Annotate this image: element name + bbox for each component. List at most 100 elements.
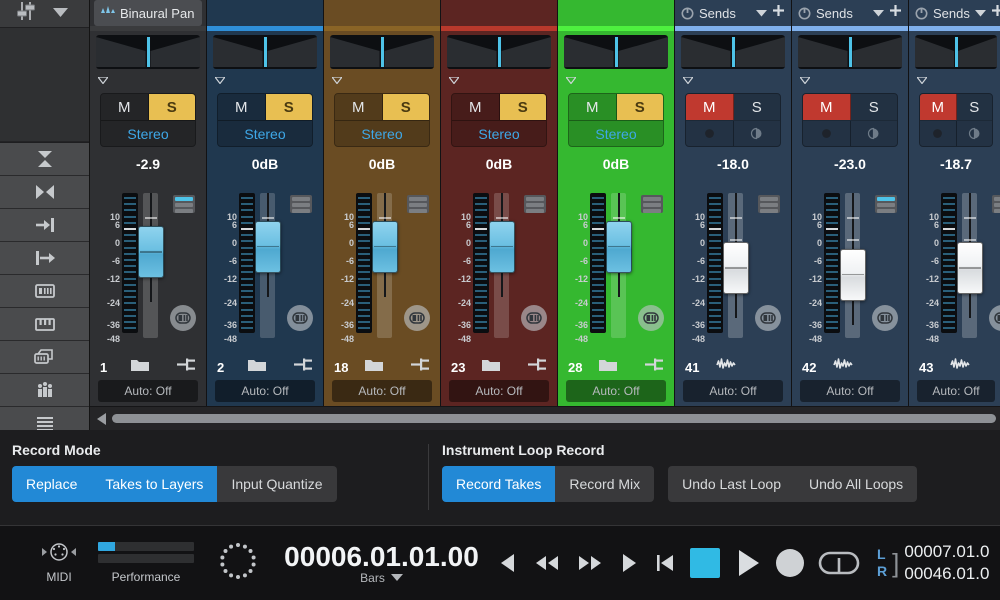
output-routing-icon[interactable] [293,357,313,377]
chevron-down-icon[interactable] [391,571,403,585]
next-marker-button[interactable] [618,551,640,575]
bus-channels-icon[interactable] [0,341,89,374]
mute-button[interactable]: M [686,94,734,120]
mini-meter-icon[interactable] [407,195,429,213]
record-mode-segment-group[interactable]: ReplaceTakes to LayersInput Quantize [12,466,337,502]
pan-control[interactable] [798,35,902,69]
speaker-button[interactable] [287,305,313,331]
mute-button[interactable]: M [569,94,617,120]
fx-channels-icon[interactable] [0,374,89,407]
pan-value-row[interactable] [792,69,908,91]
folder-icon[interactable] [481,357,501,377]
segment-button[interactable]: Record Takes [442,466,555,502]
pan-value-row[interactable] [909,69,1000,91]
fader-area[interactable]: 1060-6-12-24-36-48 [558,177,674,354]
pan-expand-icon[interactable] [800,71,810,89]
add-send-icon[interactable] [991,4,1000,22]
time-display[interactable]: 00006.01.01.00 Bars [274,541,489,585]
plugin-slot[interactable]: Binaural Pan [94,0,202,26]
segment-button[interactable]: Record Mix [555,466,654,502]
record-button[interactable] [776,549,804,577]
pan-control[interactable] [330,35,434,69]
sends-header[interactable]: Sends [792,0,908,26]
waveform-icon[interactable] [832,357,854,377]
channel-strip[interactable]: M S Stereo 0dB 1060-6-12-24-36-48 18 [324,0,441,430]
power-icon[interactable] [798,7,811,20]
time-format-selector[interactable]: Bars [360,571,403,585]
channel-format-label[interactable]: Stereo [218,120,312,146]
mute-button[interactable]: M [218,94,266,120]
volume-fader-handle[interactable] [723,242,749,294]
scroll-left-arrow-icon[interactable] [94,412,110,426]
solo-button[interactable]: S [957,94,993,120]
folder-icon[interactable] [598,357,618,377]
loop-record-segment-group[interactable]: Record TakesRecord Mix [442,466,654,502]
chevron-down-icon[interactable] [873,4,884,22]
channel-strip-list[interactable]: Binaural Pan M S Stereo -2.9 1060 [90,0,1000,430]
fader-area[interactable]: 1060-6-12-24-36-48 [90,177,206,354]
pan-control[interactable] [96,35,200,69]
metronome-button[interactable] [202,539,274,588]
solo-button[interactable]: S [851,94,898,120]
input-monitor-button[interactable] [957,121,993,146]
volume-fader-handle[interactable] [489,221,515,273]
pan-control[interactable] [564,35,668,69]
stop-button[interactable] [690,548,720,578]
chevron-down-icon[interactable] [52,5,69,23]
channel-strip[interactable]: Sends M S [909,0,1000,430]
solo-button[interactable]: S [266,94,313,120]
automation-mode-button[interactable]: Auto: Off [566,380,666,402]
mute-button[interactable]: M [920,94,957,120]
solo-button[interactable]: S [383,94,430,120]
speaker-button[interactable] [638,305,664,331]
volume-fader-handle[interactable] [372,221,398,273]
channel-strip[interactable]: Sends M S [792,0,909,430]
channel-strip[interactable]: Sends M S [675,0,792,430]
mini-meter-icon[interactable] [875,195,897,213]
pan-control[interactable] [915,35,997,69]
mini-meter-icon[interactable] [992,195,1000,213]
loop-undo-segment-group[interactable]: Undo Last LoopUndo All Loops [668,466,917,502]
expand-channels-icon[interactable] [0,176,89,209]
add-send-icon[interactable] [889,4,902,22]
pan-expand-icon[interactable] [683,71,693,89]
pan-expand-icon[interactable] [98,71,108,89]
forward-button[interactable] [575,551,605,575]
automation-mode-button[interactable]: Auto: Off [683,380,783,402]
speaker-button[interactable] [989,305,1000,331]
mini-meter-icon[interactable] [524,195,546,213]
output-channels-icon[interactable] [0,242,89,275]
volume-fader-handle[interactable] [606,221,632,273]
segment-button[interactable]: Takes to Layers [91,466,217,502]
automation-mode-button[interactable]: Auto: Off [98,380,198,402]
mini-meter-icon[interactable] [758,195,780,213]
pan-value-row[interactable] [558,69,674,91]
automation-mode-button[interactable]: Auto: Off [800,380,900,402]
input-channels-icon[interactable] [0,209,89,242]
automation-mode-button[interactable]: Auto: Off [332,380,432,402]
sends-header[interactable]: Sends [909,0,1000,26]
return-to-zero-button[interactable] [653,551,677,575]
channel-format-label[interactable]: Stereo [101,120,195,146]
segment-button[interactable]: Replace [12,466,91,502]
midi-activity-indicator[interactable]: MIDI [28,542,90,584]
speaker-button[interactable] [404,305,430,331]
channel-strip[interactable]: M S Stereo 0dB 1060-6-12-24-36-48 2 [207,0,324,430]
speaker-button[interactable] [170,305,196,331]
loop-button[interactable] [817,548,861,578]
mixer-horizontal-scrollbar[interactable] [90,406,1000,430]
channel-format-label[interactable]: Stereo [335,120,429,146]
input-monitor-button[interactable] [851,121,898,146]
scrollbar-thumb[interactable] [112,414,996,423]
channel-strip[interactable]: M S Stereo 0dB 1060-6-12-24-36-48 23 [441,0,558,430]
chevron-down-icon[interactable] [975,4,986,22]
channel-strip[interactable]: Binaural Pan M S Stereo -2.9 1060 [90,0,207,430]
performance-meter[interactable]: Performance [90,542,202,584]
pan-value-row[interactable] [441,69,557,91]
folder-icon[interactable] [364,357,384,377]
speaker-button[interactable] [872,305,898,331]
mixer-view-selector[interactable] [0,0,89,28]
volume-fader-handle[interactable] [138,226,164,278]
instrument-tracks-icon[interactable] [0,308,89,341]
fader-area[interactable]: 1060-6-12-24-36-48 [324,177,440,354]
